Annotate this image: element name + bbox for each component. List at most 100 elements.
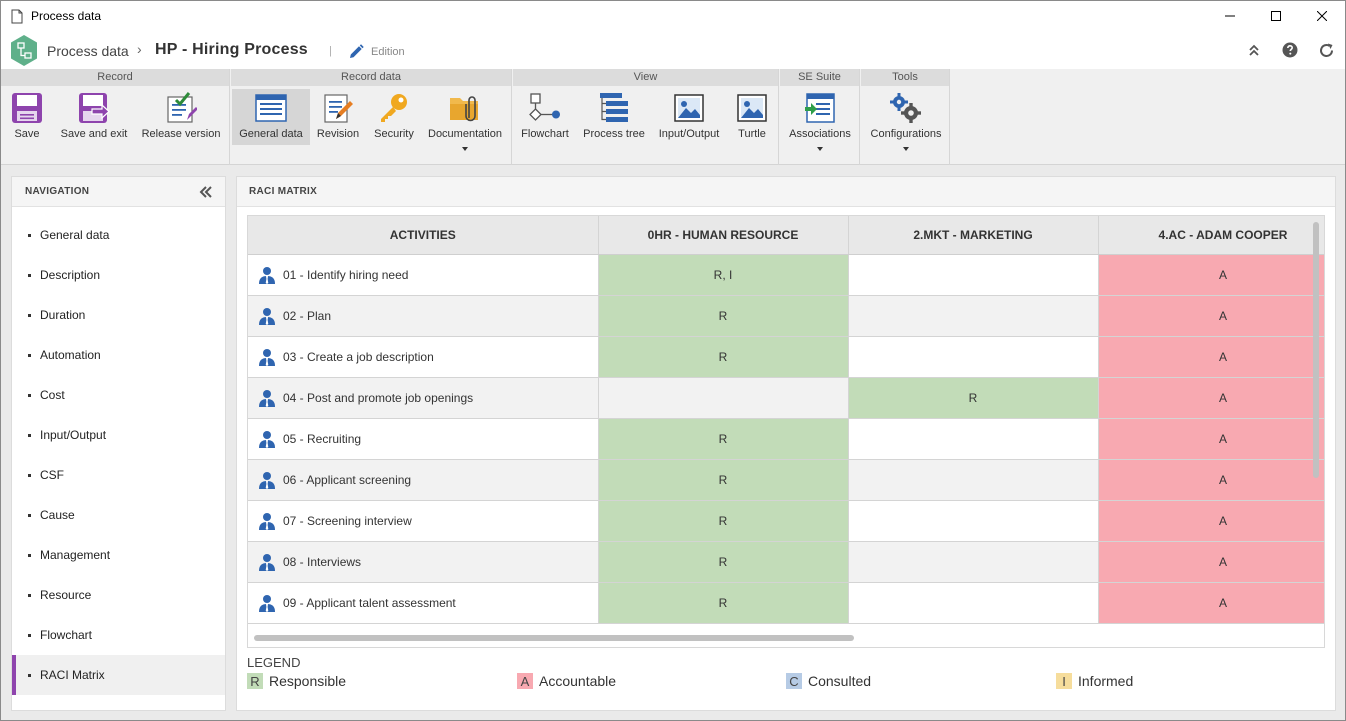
save-and-exit-button[interactable]: Save and exit <box>55 89 133 145</box>
collapse-header-button[interactable] <box>1245 41 1263 59</box>
documentation-button[interactable]: Documentation <box>424 89 506 145</box>
help-button[interactable] <box>1281 41 1299 59</box>
close-button[interactable] <box>1299 1 1345 31</box>
legend-items: R Responsible A Accountable C Consulted … <box>247 673 1327 693</box>
activity-cell[interactable]: 06 - Applicant screening <box>248 459 599 501</box>
raci-cell[interactable]: R, I <box>598 254 849 296</box>
group-title-se-suite: SE Suite <box>780 69 859 86</box>
table-row[interactable]: 02 - Plan R A <box>248 295 1324 337</box>
table-row[interactable]: 03 - Create a job description R A <box>248 336 1324 378</box>
raci-cell[interactable] <box>848 500 1099 542</box>
horizontal-scrollbar[interactable] <box>254 635 854 641</box>
column-header-marketing[interactable]: 2.MKT - MARKETING <box>848 216 1099 255</box>
general-data-button[interactable]: General data <box>232 89 310 145</box>
column-header-human-resource[interactable]: 0HR - HUMAN RESOURCE <box>598 216 849 255</box>
nav-item-general-data[interactable]: General data <box>12 215 225 255</box>
nav-item-cause[interactable]: Cause <box>12 495 225 535</box>
release-version-button[interactable]: Release version <box>138 89 224 145</box>
raci-cell[interactable]: R <box>598 541 849 583</box>
raci-cell[interactable]: A <box>1098 541 1324 583</box>
configurations-button[interactable]: Configurations <box>865 89 947 145</box>
raci-cell[interactable]: R <box>848 377 1099 419</box>
activity-cell[interactable]: 08 - Interviews <box>248 541 599 583</box>
person-icon <box>259 266 275 284</box>
nav-item-resource[interactable]: Resource <box>12 575 225 615</box>
nav-item-duration[interactable]: Duration <box>12 295 225 335</box>
legend-item-responsible: R Responsible <box>247 673 346 689</box>
group-title-record-data: Record data <box>231 69 511 86</box>
raci-cell[interactable]: R <box>598 500 849 542</box>
raci-matrix-grid[interactable]: ACTIVITIES 0HR - HUMAN RESOURCE 2.MKT - … <box>247 215 1325 648</box>
raci-cell[interactable]: A <box>1098 336 1324 378</box>
raci-cell[interactable]: A <box>1098 254 1324 296</box>
table-row[interactable]: 01 - Identify hiring need R, I A <box>248 254 1324 296</box>
raci-cell[interactable] <box>848 295 1099 337</box>
revision-label: Revision <box>316 128 360 140</box>
raci-cell[interactable]: R <box>598 295 849 337</box>
raci-cell[interactable] <box>598 377 849 419</box>
activity-cell[interactable]: 07 - Screening interview <box>248 500 599 542</box>
raci-cell[interactable]: A <box>1098 500 1324 542</box>
table-row[interactable]: 08 - Interviews R A <box>248 541 1324 583</box>
nav-item-csf[interactable]: CSF <box>12 455 225 495</box>
collapse-panel-icon[interactable] <box>199 185 213 198</box>
raci-cell[interactable] <box>848 582 1099 624</box>
breadcrumb-root[interactable]: Process data <box>47 43 129 59</box>
raci-cell[interactable] <box>848 418 1099 460</box>
process-tree-button[interactable]: Process tree <box>579 89 649 145</box>
activity-cell[interactable]: 09 - Applicant talent assessment <box>248 582 599 624</box>
raci-cell[interactable]: A <box>1098 582 1324 624</box>
associations-dropdown-arrow-icon[interactable] <box>817 147 823 151</box>
flowchart-label: Flowchart <box>521 128 569 140</box>
nav-item-raci-matrix[interactable]: RACI Matrix <box>12 655 225 695</box>
revision-button[interactable]: Revision <box>313 89 363 145</box>
raci-cell[interactable]: R <box>598 459 849 501</box>
input-output-button[interactable]: Input/Output <box>655 89 723 145</box>
flowchart-icon <box>529 93 560 121</box>
vertical-scrollbar[interactable] <box>1313 222 1319 478</box>
raci-cell[interactable] <box>848 459 1099 501</box>
column-header-activities[interactable]: ACTIVITIES <box>248 216 599 255</box>
nav-item-flowchart[interactable]: Flowchart <box>12 615 225 655</box>
table-row[interactable]: 09 - Applicant talent assessment R A <box>248 582 1324 624</box>
maximize-button[interactable] <box>1253 1 1299 31</box>
nav-item-automation[interactable]: Automation <box>12 335 225 375</box>
raci-cell[interactable] <box>848 541 1099 583</box>
configurations-dropdown-arrow-icon[interactable] <box>903 147 909 151</box>
nav-item-input-output[interactable]: Input/Output <box>12 415 225 455</box>
activity-name: 08 - Interviews <box>283 554 362 569</box>
activity-cell[interactable]: 02 - Plan <box>248 295 599 337</box>
save-button[interactable]: Save <box>5 89 49 145</box>
nav-item-description[interactable]: Description <box>12 255 225 295</box>
table-row[interactable]: 05 - Recruiting R A <box>248 418 1324 460</box>
documentation-dropdown-arrow-icon[interactable] <box>462 147 468 151</box>
raci-cell[interactable]: R <box>598 336 849 378</box>
activity-cell[interactable]: 01 - Identify hiring need <box>248 254 599 296</box>
turtle-button[interactable]: Turtle <box>729 89 775 145</box>
activity-cell[interactable]: 03 - Create a job description <box>248 336 599 378</box>
raci-cell[interactable] <box>848 336 1099 378</box>
nav-item-cost[interactable]: Cost <box>12 375 225 415</box>
activity-cell[interactable]: 05 - Recruiting <box>248 418 599 460</box>
raci-cell[interactable]: A <box>1098 459 1324 501</box>
raci-cell[interactable]: R <box>598 418 849 460</box>
column-header-adam-cooper[interactable]: 4.AC - ADAM COOPER <box>1098 216 1324 255</box>
raci-cell[interactable]: A <box>1098 295 1324 337</box>
table-row[interactable]: 04 - Post and promote job openings R A <box>248 377 1324 419</box>
raci-cell[interactable]: R <box>598 582 849 624</box>
raci-cell[interactable] <box>848 254 1099 296</box>
window-title: Process data <box>31 9 102 23</box>
raci-table: ACTIVITIES 0HR - HUMAN RESOURCE 2.MKT - … <box>248 216 1324 624</box>
activity-cell[interactable]: 04 - Post and promote job openings <box>248 377 599 419</box>
flowchart-button[interactable]: Flowchart <box>517 89 573 145</box>
raci-cell[interactable]: A <box>1098 377 1324 419</box>
raci-cell[interactable]: A <box>1098 418 1324 460</box>
associations-button[interactable]: Associations <box>784 89 856 145</box>
table-row[interactable]: 07 - Screening interview R A <box>248 500 1324 542</box>
refresh-button[interactable] <box>1317 41 1335 59</box>
security-button[interactable]: Security <box>368 89 420 145</box>
bullet <box>28 673 31 677</box>
nav-item-management[interactable]: Management <box>12 535 225 575</box>
table-row[interactable]: 06 - Applicant screening R A <box>248 459 1324 501</box>
minimize-button[interactable] <box>1207 1 1253 31</box>
